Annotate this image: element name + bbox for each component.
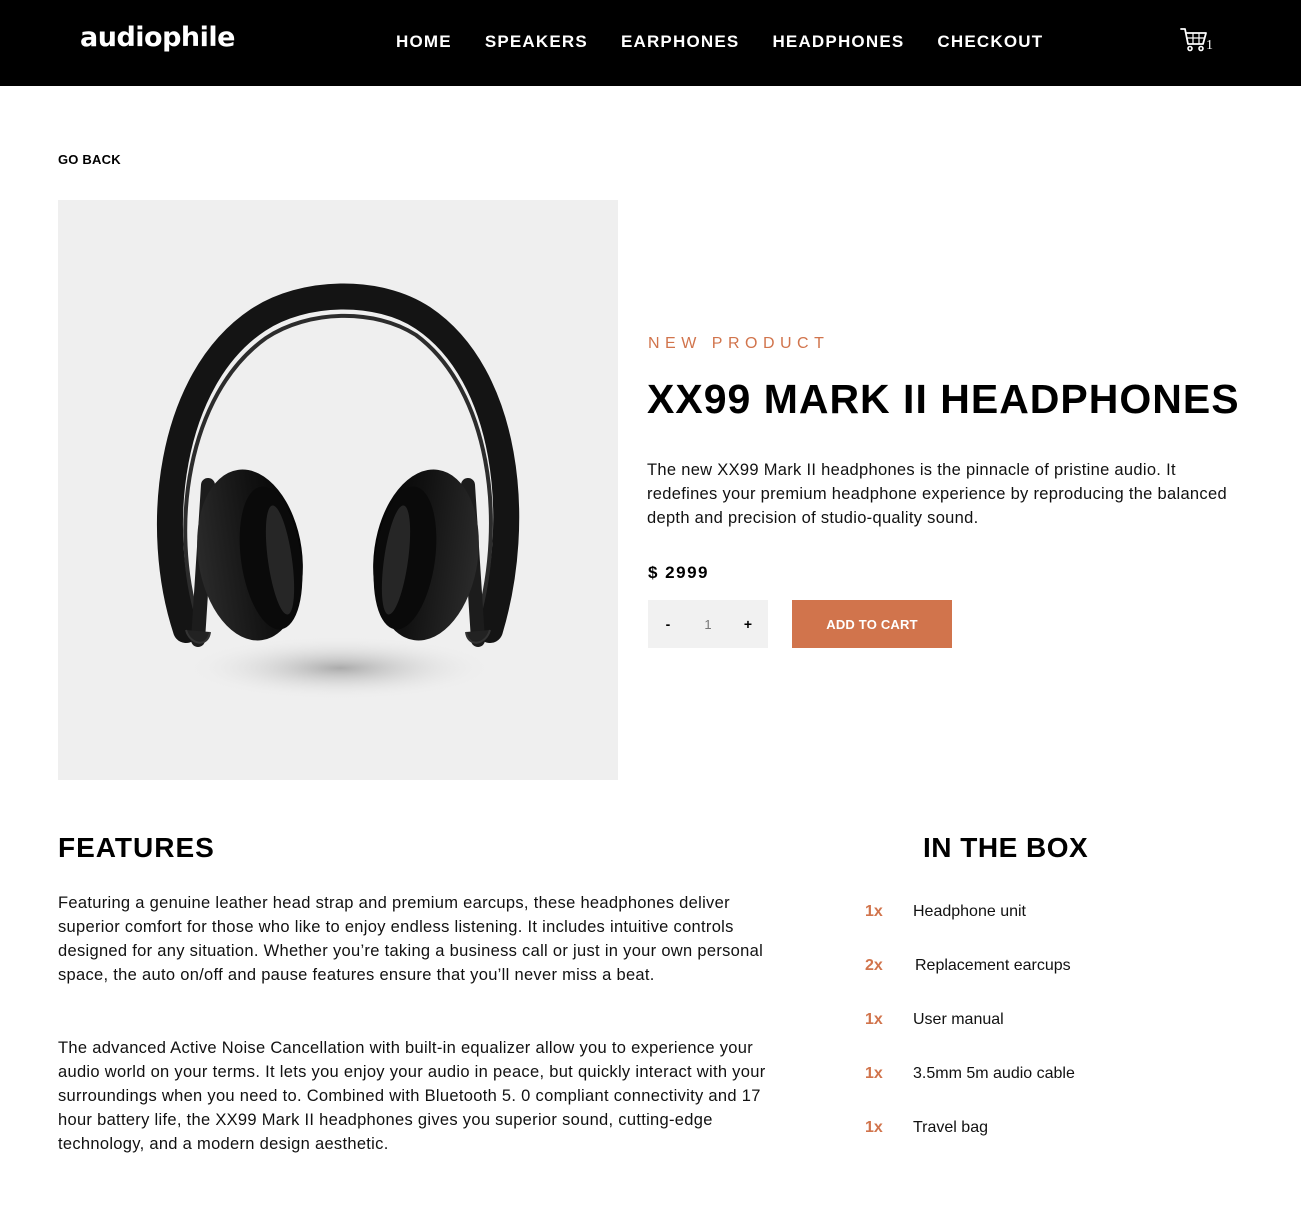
- box-item-name: Headphone unit: [913, 903, 1026, 920]
- cart-button[interactable]: 1: [1180, 26, 1220, 56]
- nav-checkout[interactable]: CHECKOUT: [937, 32, 1043, 52]
- nav-headphones[interactable]: HEADPHONES: [772, 32, 904, 52]
- site-header: audiophile HOME SPEAKERS EARPHONES HEADP…: [0, 0, 1301, 86]
- nav-earphones[interactable]: EARPHONES: [621, 32, 740, 52]
- go-back-link[interactable]: GO BACK: [58, 152, 121, 167]
- decrement-button[interactable]: -: [648, 600, 688, 648]
- box-item-qty: 1x: [865, 1065, 883, 1082]
- box-item-qty: 2x: [865, 957, 883, 974]
- product-description: The new XX99 Mark II headphones is the p…: [647, 461, 1227, 527]
- headphones-image: [156, 283, 520, 700]
- cart-icon: [1180, 28, 1207, 52]
- product-price: $ 2999: [648, 563, 709, 582]
- box-item-qty: 1x: [865, 1011, 883, 1028]
- features-heading: FEATURES: [58, 832, 215, 863]
- add-to-cart-button[interactable]: ADD TO CART: [792, 600, 952, 648]
- main-nav: HOME SPEAKERS EARPHONES HEADPHONES CHECK…: [396, 32, 1043, 52]
- nav-speakers[interactable]: SPEAKERS: [485, 32, 588, 52]
- box-item-name: 3.5mm 5m audio cable: [913, 1065, 1075, 1082]
- in-the-box-heading: IN THE BOX: [923, 832, 1089, 863]
- product-image: [58, 200, 618, 780]
- cart-count-badge: 1: [1206, 38, 1213, 53]
- quantity-stepper: - 1 +: [648, 600, 768, 648]
- box-item-name: Replacement earcups: [915, 957, 1071, 974]
- box-item-name: Travel bag: [913, 1119, 988, 1136]
- features-paragraph-1: Featuring a genuine leather head strap a…: [58, 894, 764, 984]
- features-paragraph-2: The advanced Active Noise Cancellation w…: [58, 1039, 766, 1153]
- box-item-qty: 1x: [865, 1119, 883, 1136]
- quantity-value: 1: [704, 616, 712, 632]
- logo[interactable]: audiophile: [80, 22, 235, 53]
- box-item-name: User manual: [913, 1011, 1004, 1028]
- new-product-label: NEW PRODUCT: [648, 335, 830, 352]
- nav-home[interactable]: HOME: [396, 32, 452, 52]
- product-title: XX99 MARK II HEADPHONES: [647, 376, 1240, 422]
- box-item-qty: 1x: [865, 903, 883, 920]
- increment-button[interactable]: +: [728, 600, 768, 648]
